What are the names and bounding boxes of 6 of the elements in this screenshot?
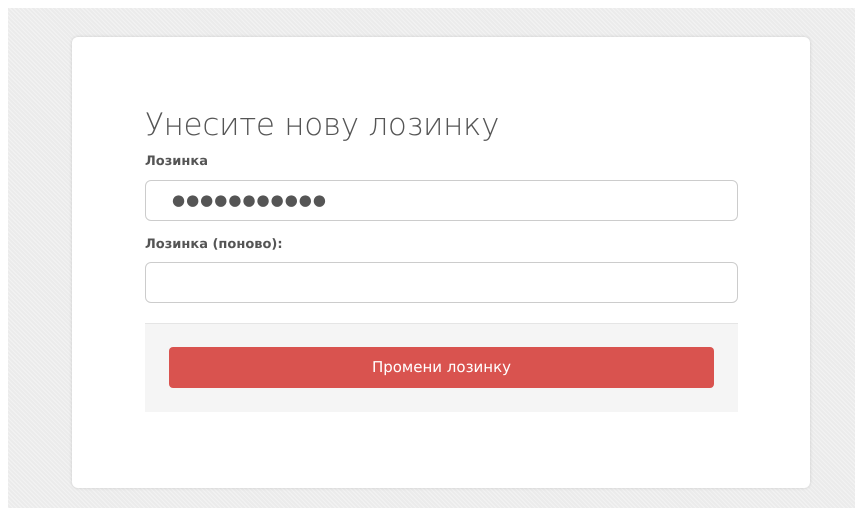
field-label: Лозинка (поново): bbox=[145, 236, 284, 254]
password-field[interactable] bbox=[145, 262, 738, 304]
field-label: Лозинка bbox=[145, 153, 209, 172]
password-field[interactable]: ●●●●●●●●●●● bbox=[145, 180, 738, 221]
form-title: Унесите нову лозинку bbox=[145, 107, 500, 144]
change-password-button[interactable]: Промени лозинку bbox=[169, 347, 714, 388]
